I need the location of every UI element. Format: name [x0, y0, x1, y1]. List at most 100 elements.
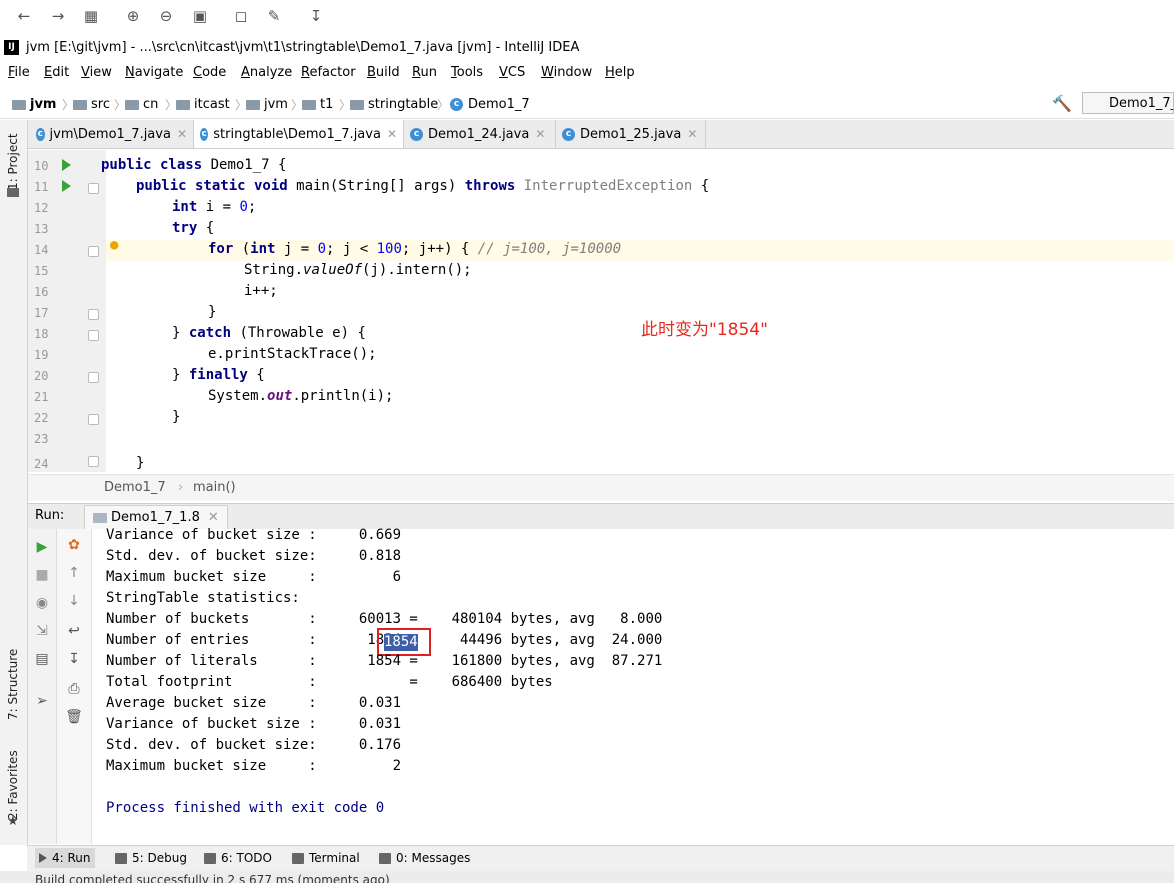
- console-line: Variance of bucket size : 0.669: [106, 527, 402, 543]
- soft-wrap-icon[interactable]: ↩: [64, 621, 84, 641]
- tab-demo1-25[interactable]: c Demo1_25.java ✕: [556, 120, 706, 148]
- folder-icon: [12, 99, 26, 110]
- fold-marker-icon[interactable]: [88, 414, 99, 425]
- fold-marker-icon[interactable]: [88, 309, 99, 320]
- close-icon[interactable]: ✕: [687, 127, 697, 141]
- menu-file[interactable]: File: [8, 65, 30, 80]
- breadcrumb-cn[interactable]: cn: [125, 97, 158, 112]
- stop-icon[interactable]: ■: [32, 565, 52, 585]
- menu-window[interactable]: Window: [541, 65, 592, 80]
- tool-window-bar: 4: Run 5: Debug 6: TODO Terminal 0: Mess…: [27, 845, 1174, 872]
- run-tool-tab[interactable]: 4: Run: [35, 848, 95, 868]
- camera-icon[interactable]: ◉: [32, 593, 52, 613]
- lightbulb-icon[interactable]: ●: [110, 237, 118, 253]
- terminal-tool-tab[interactable]: Terminal: [292, 851, 360, 865]
- fold-marker-icon[interactable]: [88, 183, 99, 194]
- code-editor[interactable]: 10 11 12 13 14 15 16 17 18 19 20 21 22 2…: [28, 150, 1174, 472]
- code-line: public class Demo1_7 {: [101, 157, 287, 173]
- folder-icon: [176, 99, 190, 110]
- menu-tools[interactable]: Tools: [451, 65, 483, 80]
- menu-help[interactable]: Help: [605, 65, 635, 80]
- console-output[interactable]: Variance of bucket size : 0.669 Std. dev…: [92, 527, 1174, 844]
- run-icon: [39, 853, 47, 863]
- console-line: Std. dev. of bucket size: 0.818: [106, 548, 402, 564]
- trash-icon[interactable]: 🗑: [64, 707, 84, 727]
- project-tool-button[interactable]: 1: Project: [6, 133, 20, 190]
- forward-icon[interactable]: →: [48, 6, 68, 26]
- tab-stringtable-demo1-7[interactable]: c stringtable\Demo1_7.java ✕: [194, 120, 404, 148]
- build-hammer-icon[interactable]: 🔨: [1052, 94, 1072, 113]
- run-class-icon[interactable]: [62, 159, 71, 171]
- debug-spark-icon[interactable]: ✿: [64, 535, 84, 555]
- scroll-to-end-icon[interactable]: ↧: [64, 649, 84, 669]
- class-icon: c: [562, 127, 575, 141]
- close-icon[interactable]: ✕: [535, 127, 545, 141]
- tab-jvm-demo1-7[interactable]: c jvm\Demo1_7.java ✕: [30, 120, 194, 148]
- breadcrumb-src[interactable]: src: [73, 97, 110, 112]
- line-number: 19: [34, 348, 49, 362]
- console-line: StringTable statistics:: [106, 590, 300, 606]
- run-configuration-select[interactable]: Demo1_7_: [1082, 92, 1174, 114]
- crumb-method[interactable]: main(): [193, 480, 236, 495]
- menu-build[interactable]: Build: [367, 65, 400, 80]
- debug-tool-tab[interactable]: 5: Debug: [115, 851, 187, 865]
- structure-tool-button[interactable]: 7: Structure: [6, 649, 20, 720]
- console-exit-line: Process finished with exit code 0: [106, 800, 385, 816]
- close-icon[interactable]: ✕: [208, 510, 219, 525]
- menu-run[interactable]: Run: [412, 65, 437, 80]
- menu-view[interactable]: View: [81, 65, 112, 80]
- console-line: Average bucket size : 0.031: [106, 695, 402, 711]
- crumb-class[interactable]: Demo1_7: [104, 480, 166, 495]
- chevron-right-icon: ›: [178, 480, 184, 495]
- menu-code[interactable]: Code: [193, 65, 226, 80]
- code-line: try {: [172, 220, 215, 236]
- up-arrow-icon[interactable]: ↑: [64, 563, 84, 583]
- fold-marker-icon[interactable]: [88, 330, 99, 341]
- breadcrumb-stringtable[interactable]: stringtable: [350, 97, 438, 112]
- fold-marker-icon[interactable]: [88, 372, 99, 383]
- breadcrumb-t1[interactable]: t1: [302, 97, 333, 112]
- close-icon[interactable]: ✕: [177, 127, 187, 141]
- run-method-icon[interactable]: [62, 180, 71, 192]
- rerun-icon[interactable]: ▶: [32, 537, 52, 557]
- run-toolbar-primary: ▶ ■ ◉ ⇲ ▤ ➢: [28, 529, 57, 844]
- menu-refactor[interactable]: Refactor: [301, 65, 356, 80]
- exit-icon[interactable]: ⇲: [32, 621, 52, 641]
- line-number: 21: [34, 390, 49, 404]
- run-tab[interactable]: Demo1_7_1.8 ✕: [84, 505, 228, 529]
- pin-icon[interactable]: ➢: [32, 691, 52, 711]
- line-number: 10: [34, 159, 49, 173]
- breadcrumb-jvm-pkg[interactable]: jvm: [246, 97, 288, 112]
- edit-icon[interactable]: ✎: [264, 6, 284, 26]
- fold-marker-icon[interactable]: [88, 456, 99, 467]
- grid-icon[interactable]: ▦: [81, 6, 101, 26]
- todo-tool-tab[interactable]: 6: TODO: [204, 851, 272, 865]
- tab-demo1-24[interactable]: c Demo1_24.java ✕: [404, 120, 556, 148]
- console-line: Maximum bucket size : 2: [106, 758, 402, 774]
- fold-marker-icon[interactable]: [88, 246, 99, 257]
- messages-tool-tab[interactable]: 0: Messages: [379, 851, 470, 865]
- save-icon[interactable]: ↧: [306, 6, 326, 26]
- breadcrumb-jvm[interactable]: jvm: [12, 97, 56, 112]
- menu-edit[interactable]: Edit: [44, 65, 69, 80]
- menu-vcs[interactable]: VCS: [499, 65, 525, 80]
- fit-icon[interactable]: ▣: [190, 6, 210, 26]
- breadcrumb-itcast[interactable]: itcast: [176, 97, 230, 112]
- rotate-icon[interactable]: ◻: [231, 6, 251, 26]
- close-icon[interactable]: ✕: [387, 127, 397, 141]
- layout-icon[interactable]: ▤: [32, 649, 52, 669]
- menu-bar: File Edit View Navigate Code Analyze Ref…: [0, 60, 1174, 86]
- menu-navigate[interactable]: Navigate: [125, 65, 183, 80]
- image-viewer-toolbar: ← → ▦ ⊕ ⊖ ▣ ◻ ✎ ↧: [0, 0, 1174, 32]
- print-icon[interactable]: ⎙: [64, 679, 84, 699]
- menu-analyze[interactable]: Analyze: [241, 65, 292, 80]
- line-number: 11: [34, 180, 49, 194]
- breadcrumb-demo1-7[interactable]: c Demo1_7: [450, 97, 530, 112]
- down-arrow-icon[interactable]: ↓: [64, 591, 84, 611]
- line-number: 14: [34, 243, 49, 257]
- zoom-out-icon[interactable]: ⊖: [156, 6, 176, 26]
- favorites-tool-button[interactable]: 2: Favorites: [6, 750, 20, 820]
- zoom-in-icon[interactable]: ⊕: [123, 6, 143, 26]
- back-icon[interactable]: ←: [14, 6, 34, 26]
- folder-icon: [125, 99, 139, 110]
